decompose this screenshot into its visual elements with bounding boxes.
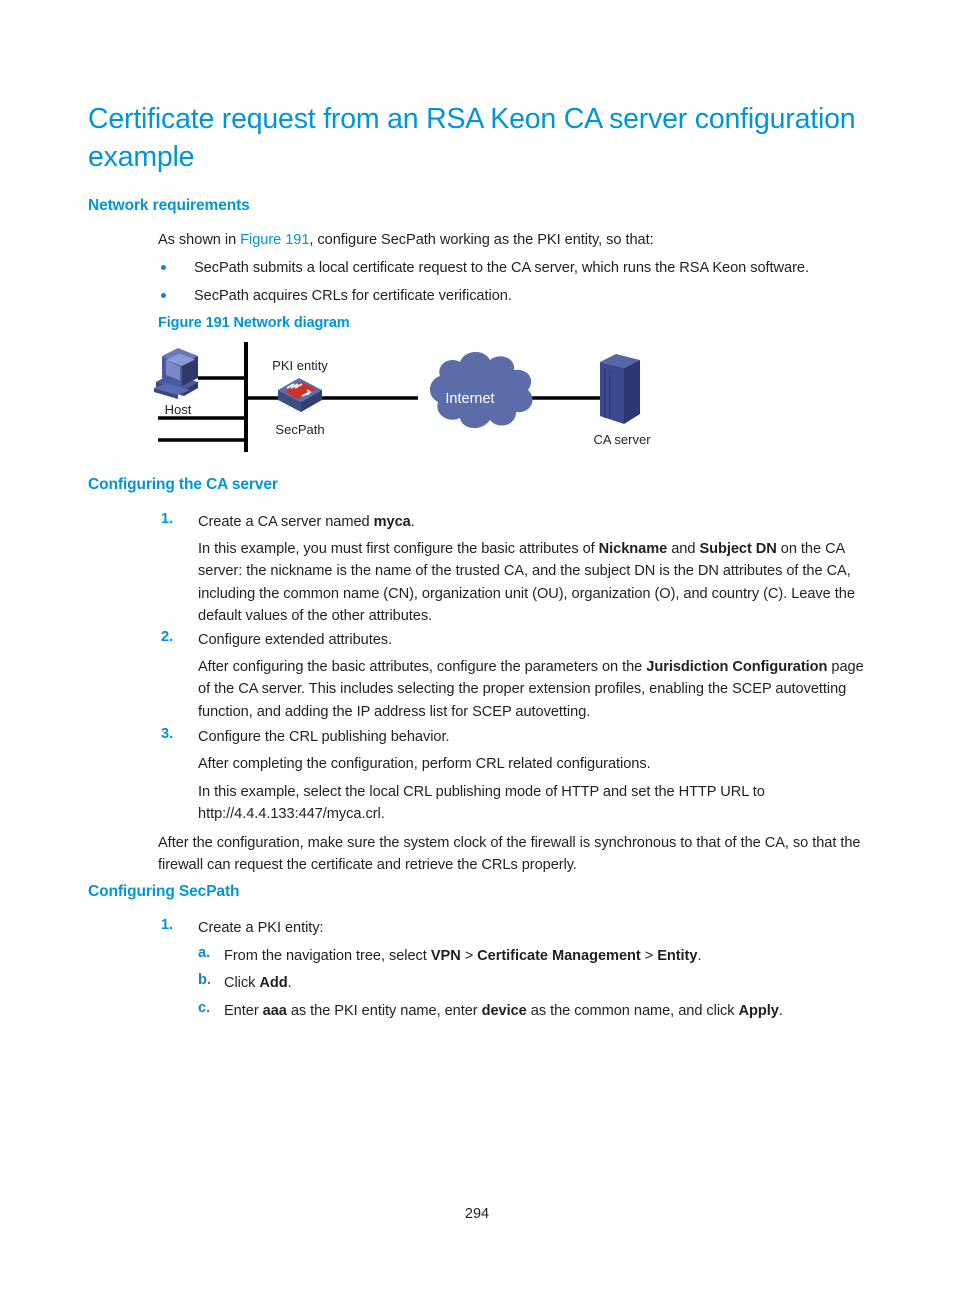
step-1-text-after: . — [410, 514, 415, 530]
page-number: 294 — [464, 1206, 490, 1222]
substep-marker-a: a. — [198, 945, 211, 961]
ca-step-1-body: In this example, you must first configur… — [198, 541, 855, 624]
step-marker-1: 1. — [161, 511, 174, 527]
substep-marker-b: b. — [198, 972, 211, 988]
ca-step-3-title: Configure the CRL publishing behavior. — [198, 729, 450, 745]
host-computer-icon — [154, 348, 198, 399]
secpath-substep-a: From the navigation tree, select VPN > C… — [224, 948, 702, 964]
secpath-label: SecPath — [275, 422, 324, 437]
secpath-step-1-title: Create a PKI entity: — [198, 920, 324, 936]
figure-caption: Figure 191 Network diagram — [158, 315, 350, 331]
bullet-icon — [161, 293, 166, 298]
host-label: Host — [165, 402, 192, 417]
secpath-step-marker-1: 1. — [161, 917, 174, 933]
network-requirement-bullet-1: SecPath submits a local certificate requ… — [194, 260, 809, 276]
intro-text-before: As shown in — [158, 232, 241, 248]
heading-configuring-ca-server: Configuring the CA server — [88, 476, 278, 493]
ca-step-3-body-1: After completing the configuration, perf… — [198, 756, 651, 772]
bullet-icon — [161, 265, 166, 270]
ca-server-label: CA server — [593, 432, 651, 447]
intro-text-after: , configure SecPath working as the PKI e… — [309, 232, 654, 248]
figure-191-link[interactable]: Figure 191 — [240, 232, 309, 248]
step-1-bold-myca: myca — [373, 514, 411, 530]
ca-step-3-body-2: In this example, select the local CRL pu… — [198, 784, 765, 823]
page-title: Certificate request from an RSA Keon CA … — [88, 103, 856, 173]
document-page: Certificate request from an RSA Keon CA … — [0, 0, 954, 1296]
network-diagram: Internet Host PKI entity SecPath CA serv… — [150, 338, 690, 456]
internet-label: Internet — [445, 391, 494, 407]
step-marker-2: 2. — [161, 629, 174, 645]
step-marker-3: 3. — [161, 726, 174, 742]
heading-configuring-secpath: Configuring SecPath — [88, 883, 240, 900]
network-requirement-bullet-2: SecPath acquires CRLs for certificate ve… — [194, 288, 512, 304]
internet-cloud-icon — [429, 351, 533, 429]
step-1-text-before: Create a CA server named — [198, 514, 374, 530]
ca-step-2-body: After configuring the basic attributes, … — [198, 659, 864, 720]
ca-step-2-title: Configure extended attributes. — [198, 632, 393, 648]
ca-closing-paragraph: After the configuration, make sure the s… — [158, 835, 861, 874]
network-requirements-intro: As shown in Figure 191, configure SecPat… — [158, 229, 868, 251]
heading-network-requirements: Network requirements — [88, 197, 250, 214]
pki-entity-label: PKI entity — [272, 358, 328, 373]
secpath-firewall-icon — [278, 378, 322, 412]
ca-step-1-title: Create a CA server named myca. — [198, 511, 868, 533]
substep-marker-c: c. — [198, 1000, 211, 1016]
secpath-substep-b: Click Add. — [224, 975, 292, 991]
secpath-substep-c: Enter aaa as the PKI entity name, enter … — [224, 1003, 783, 1019]
ca-server-icon — [600, 354, 640, 424]
